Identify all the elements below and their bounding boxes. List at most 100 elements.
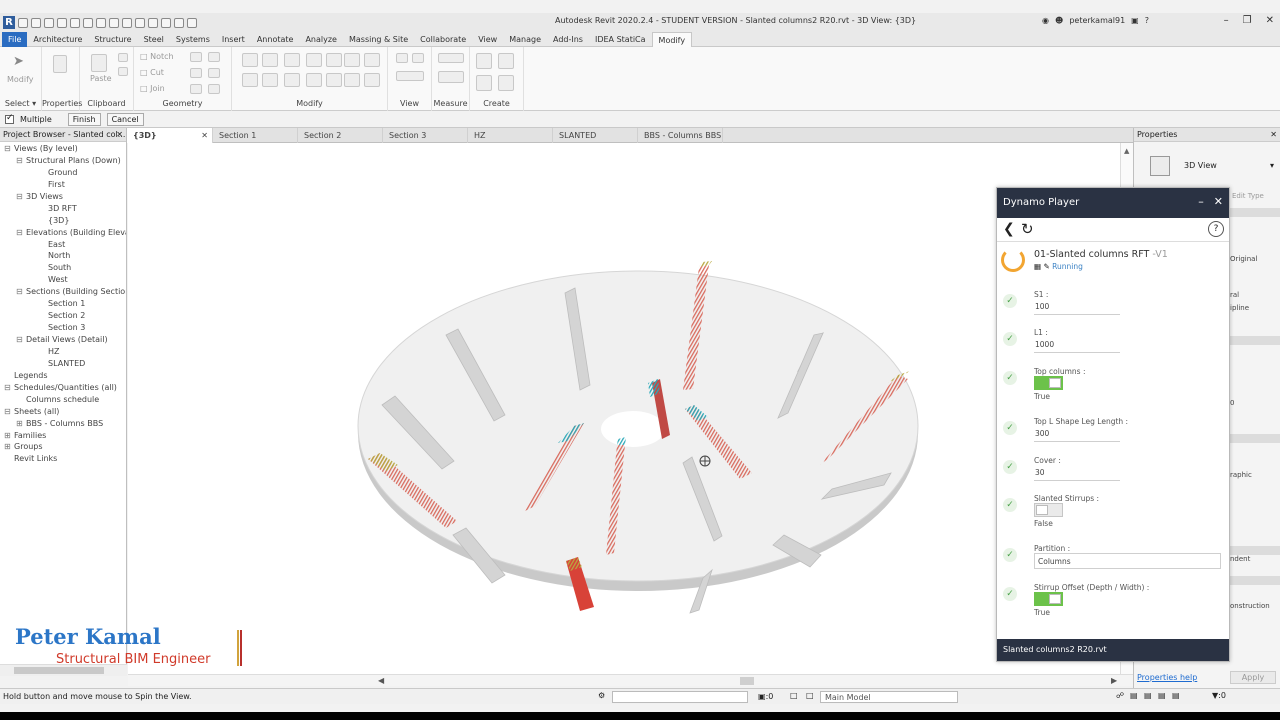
close-icon[interactable]: ✕ xyxy=(116,128,123,141)
open-icon[interactable] xyxy=(18,17,28,28)
view-tool-icon[interactable] xyxy=(412,53,424,63)
panel-label-select[interactable]: Select ▾ xyxy=(0,99,41,108)
tab-collaborate[interactable]: Collaborate xyxy=(414,32,472,47)
save-icon[interactable] xyxy=(31,17,41,28)
tab-annotate[interactable]: Annotate xyxy=(251,32,300,47)
tab-idea-statica[interactable]: IDEA StatiCa xyxy=(589,32,652,47)
modify-tool-icon[interactable] xyxy=(326,73,342,87)
tree-item[interactable]: West xyxy=(0,274,126,286)
type-selector[interactable]: 3D View xyxy=(1184,161,1217,170)
canvas-horizontal-scrollbar[interactable]: ◀ ▶ xyxy=(128,674,1133,686)
3d-view-canvas[interactable] xyxy=(128,143,1133,674)
modify-tool-icon[interactable] xyxy=(306,73,322,87)
view-tab[interactable]: Section 3 xyxy=(383,128,468,143)
restore-icon[interactable]: ❐ xyxy=(1243,15,1252,26)
tree-item[interactable]: Section 1 xyxy=(0,298,126,310)
tree-item[interactable]: ⊟ Sheets (all) xyxy=(0,406,126,418)
modify-tool-icon[interactable] xyxy=(326,53,342,67)
drag-elements-icon[interactable]: ▤ xyxy=(1172,691,1180,700)
tree-item[interactable]: 3D RFT xyxy=(0,203,126,215)
tree-item[interactable]: ⊞ Groups xyxy=(0,441,126,453)
tree-item[interactable]: North xyxy=(0,250,126,262)
measure-icon[interactable] xyxy=(96,17,106,28)
scroll-up-icon[interactable]: ▲ xyxy=(1124,147,1129,155)
select-links-icon[interactable]: ☍ xyxy=(1116,691,1124,700)
expand-toggle-icon[interactable]: ⊟ xyxy=(16,334,26,346)
copy-icon[interactable] xyxy=(118,67,128,76)
view-tab[interactable]: Section 1 xyxy=(213,128,298,143)
expand-toggle-icon[interactable]: ⊞ xyxy=(16,418,26,430)
tree-item[interactable]: Ground xyxy=(0,167,126,179)
tree-item[interactable]: ⊟ 3D Views xyxy=(0,191,126,203)
cut-geometry-button[interactable]: □ Cut xyxy=(140,68,164,77)
tree-item[interactable]: Revit Links xyxy=(0,453,126,465)
design-options-icon[interactable]: □ xyxy=(806,691,814,700)
cursor-icon[interactable]: ➤ xyxy=(13,54,24,69)
expand-toggle-icon[interactable]: ⊟ xyxy=(4,406,14,418)
tree-item[interactable]: Section 2 xyxy=(0,310,126,322)
close-icon[interactable]: ✕ xyxy=(1266,15,1274,26)
tree-item[interactable]: Legends xyxy=(0,370,126,382)
tab-insert[interactable]: Insert xyxy=(216,32,251,47)
modify-tool-icon[interactable] xyxy=(364,73,380,87)
tree-item[interactable]: First xyxy=(0,179,126,191)
minimize-icon[interactable]: – xyxy=(1224,15,1229,26)
script-name[interactable]: 01-Slanted columns RFT -V1 xyxy=(1034,249,1168,260)
redo-icon[interactable] xyxy=(70,17,80,28)
param-input[interactable]: 1000 xyxy=(1034,337,1120,353)
tree-item[interactable]: SLANTED xyxy=(0,358,126,370)
edit-icon[interactable]: ✎ xyxy=(1043,262,1049,271)
workset-dropdown[interactable] xyxy=(612,691,748,703)
cart-icon[interactable]: ▣ xyxy=(1131,16,1139,25)
text-icon[interactable] xyxy=(109,17,119,28)
tab-file[interactable]: File xyxy=(2,31,28,47)
tree-item[interactable]: ⊟ Schedules/Quantities (all) xyxy=(0,382,126,394)
geometry-tool-icon[interactable] xyxy=(190,84,202,94)
tree-item[interactable]: HZ xyxy=(0,346,126,358)
customize-qat-icon[interactable] xyxy=(187,17,197,28)
create-parts-icon[interactable] xyxy=(498,53,514,69)
modify-tool-icon[interactable] xyxy=(344,73,360,87)
close-hidden-icon[interactable] xyxy=(161,17,171,28)
scroll-right-icon[interactable]: ▶ xyxy=(1111,676,1117,685)
expand-toggle-icon[interactable]: ⊟ xyxy=(16,227,26,239)
tree-item[interactable]: ⊟ Structural Plans (Down) xyxy=(0,155,126,167)
tree-item[interactable]: Columns schedule xyxy=(0,394,126,406)
expand-toggle-icon[interactable]: ⊟ xyxy=(16,286,26,298)
undo-icon[interactable] xyxy=(57,17,67,28)
modify-tool-icon[interactable] xyxy=(344,53,360,67)
modify-tool-icon[interactable] xyxy=(364,53,380,67)
select-by-face-icon[interactable]: ▤ xyxy=(1158,691,1166,700)
modify-tool-icon[interactable] xyxy=(284,73,300,87)
main-model-dropdown[interactable]: Main Model xyxy=(820,691,958,703)
hide-in-view-icon[interactable] xyxy=(396,71,424,81)
select-pinned-icon[interactable]: ▤ xyxy=(1130,691,1138,700)
close-icon[interactable]: ✕ xyxy=(201,128,208,143)
help-icon[interactable]: ? xyxy=(1208,221,1224,237)
3d-view-icon[interactable] xyxy=(122,17,132,28)
expand-toggle-icon[interactable]: ⊟ xyxy=(16,155,26,167)
modify-tool-icon[interactable] xyxy=(284,53,300,67)
tree-item[interactable]: Section 3 xyxy=(0,322,126,334)
switch-windows-icon[interactable] xyxy=(174,17,184,28)
cancel-button[interactable]: Cancel xyxy=(106,112,144,126)
view-tab[interactable]: SLANTED xyxy=(553,128,638,143)
view-tab[interactable]: Section 2 xyxy=(298,128,383,143)
measure-tool-icon[interactable] xyxy=(438,53,464,63)
scroll-left-icon[interactable]: ◀ xyxy=(378,676,384,685)
chevron-down-icon[interactable]: ▾ xyxy=(1270,161,1274,170)
worksets-icon[interactable]: ⚙ xyxy=(598,691,605,700)
tab-add-ins[interactable]: Add-Ins xyxy=(547,32,589,47)
expand-toggle-icon[interactable]: ⊟ xyxy=(4,143,14,155)
tree-item[interactable]: ⊞ Families xyxy=(0,430,126,442)
param-input[interactable]: Columns xyxy=(1034,553,1221,569)
tree-item[interactable]: ⊟ Views (By level) xyxy=(0,143,126,155)
modify-tool-icon[interactable] xyxy=(242,73,258,87)
geometry-tool-icon[interactable] xyxy=(190,68,202,78)
scroll-thumb[interactable] xyxy=(14,667,104,674)
paste-label[interactable]: Paste xyxy=(90,74,112,83)
tree-item[interactable]: ⊟ Sections (Building Section xyxy=(0,286,126,298)
print-icon[interactable] xyxy=(83,17,93,28)
user-icon[interactable]: ☻ xyxy=(1055,16,1063,25)
design-options-icon[interactable]: □ xyxy=(790,691,798,700)
